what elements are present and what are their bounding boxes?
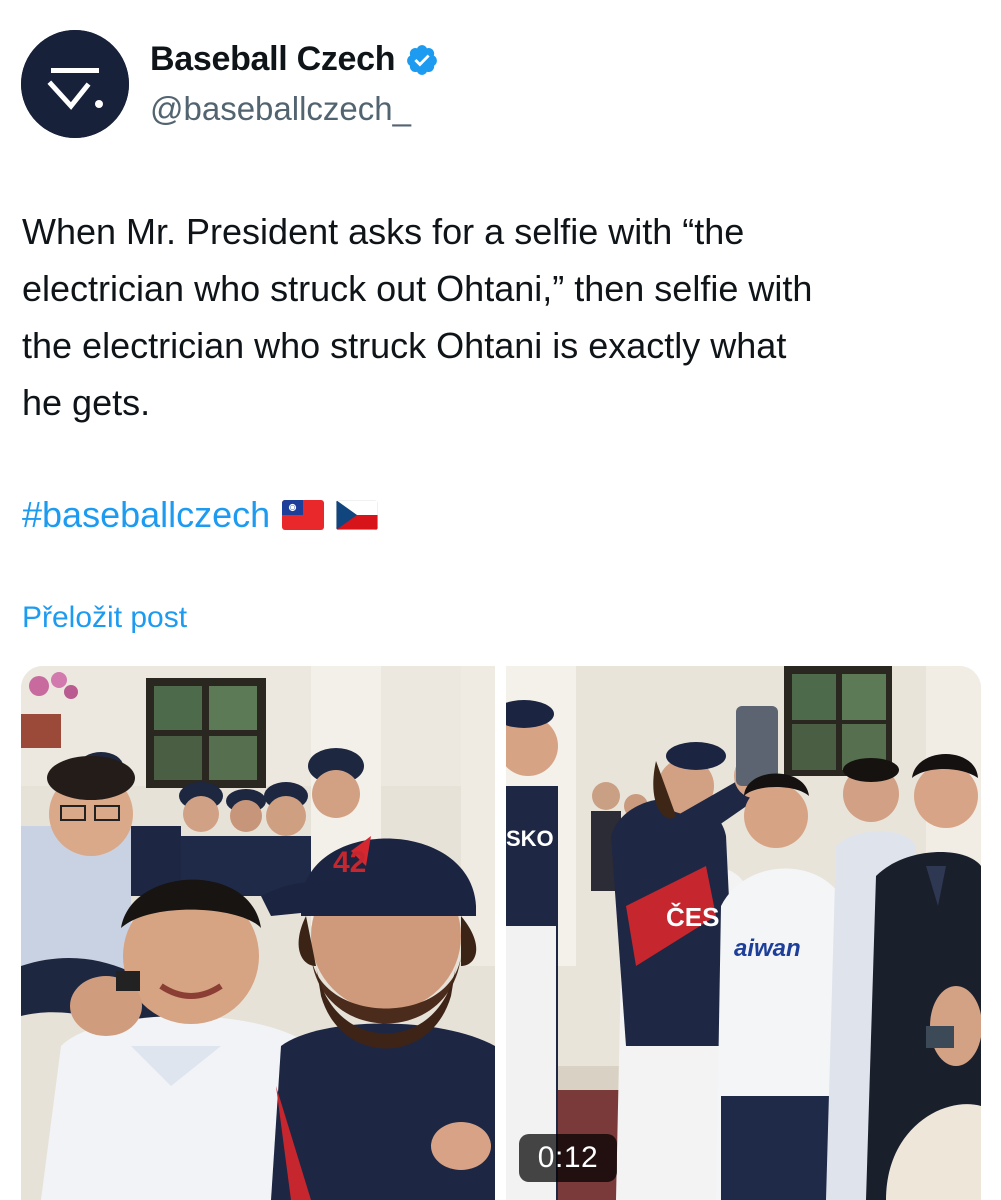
author-name[interactable]: Baseball Czech — [150, 40, 396, 79]
hashtag-row: #baseballczech — [22, 486, 379, 543]
jersey-text-white: aiwan — [734, 935, 801, 962]
taiwan-flag-icon — [282, 499, 325, 530]
hashtag-link[interactable]: #baseballczech — [22, 494, 270, 536]
author-avatar[interactable] — [21, 30, 129, 138]
jersey-text-left: SKO — [506, 826, 554, 851]
post-body: When Mr. President asks for a selfie wit… — [22, 203, 982, 431]
verified-badge-icon[interactable] — [405, 43, 439, 77]
video-selfie-group[interactable]: SKO ČES aiwan — [506, 666, 981, 1200]
jersey-text-center: ČES — [666, 902, 719, 932]
video-duration-badge: 0:12 — [519, 1134, 617, 1182]
translate-post-link[interactable]: Přeložit post — [22, 601, 187, 635]
post-view: Baseball Czech @baseballczech_ When Mr. … — [0, 0, 1001, 1200]
svg-text:42: 42 — [333, 846, 366, 879]
author-name-row[interactable]: Baseball Czech — [150, 40, 439, 79]
czech-flag-icon — [336, 499, 379, 530]
media-grid: 42 SKO ČES aiwan — [21, 666, 981, 1200]
baseball-czech-logo-icon — [21, 30, 129, 138]
author-handle[interactable]: @baseballczech_ — [150, 90, 411, 128]
photo-selfie-closeup[interactable]: 42 — [21, 666, 495, 1200]
post-text: When Mr. President asks for a selfie wit… — [22, 211, 813, 423]
